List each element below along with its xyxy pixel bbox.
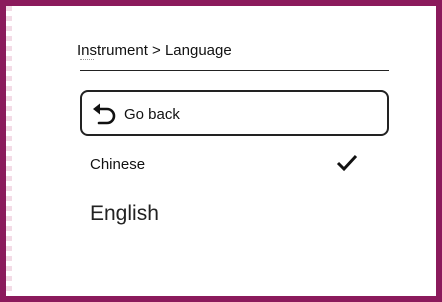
go-back-label: Go back xyxy=(124,106,180,123)
language-option-english[interactable]: English xyxy=(80,198,389,232)
checkmark-icon xyxy=(336,154,358,172)
undo-arrow-icon xyxy=(93,103,116,125)
breadcrumb: Instrument > Language xyxy=(77,42,232,59)
go-back-button[interactable]: Go back xyxy=(80,90,389,136)
language-label-english: English xyxy=(90,202,159,225)
breadcrumb-underline-mark xyxy=(80,59,94,63)
language-option-chinese[interactable]: Chinese xyxy=(80,150,389,178)
language-label-chinese: Chinese xyxy=(90,156,146,173)
header-divider xyxy=(80,70,389,71)
